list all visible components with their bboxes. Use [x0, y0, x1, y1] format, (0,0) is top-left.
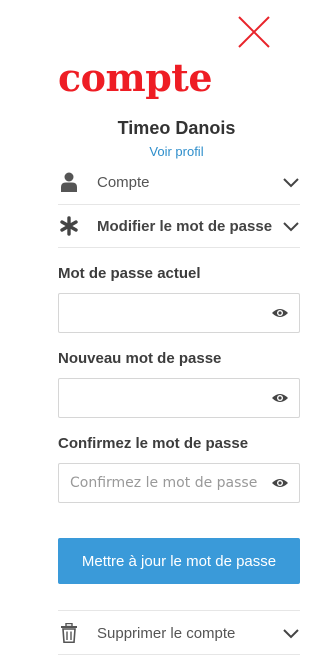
new-password-field: [58, 378, 300, 418]
close-icon: [238, 16, 270, 48]
chevron-down-icon: [282, 627, 300, 639]
update-password-button[interactable]: Mettre à jour le mot de passe: [58, 538, 300, 584]
close-button[interactable]: [236, 14, 272, 50]
eye-icon[interactable]: [271, 306, 289, 320]
divider: [58, 654, 300, 655]
current-password-field: [58, 293, 300, 333]
current-password-input[interactable]: [59, 294, 260, 332]
user-icon: [58, 171, 80, 193]
chevron-down-icon: [282, 220, 300, 232]
menu-item-account[interactable]: Compte: [58, 160, 300, 204]
confirm-password-input[interactable]: [59, 464, 260, 502]
user-name: Timeo Danois: [117, 118, 236, 138]
confirm-password-field: [58, 463, 300, 503]
chevron-down-icon: [282, 176, 300, 188]
brand-logo: compte: [58, 55, 213, 100]
menu-item-delete-account-label: Supprimer le compte: [97, 624, 236, 642]
new-password-label: Nouveau mot de passe: [58, 350, 222, 367]
menu-item-delete-account[interactable]: Supprimer le compte: [58, 611, 300, 655]
asterisk-icon: [58, 215, 80, 237]
trash-icon: [58, 622, 80, 644]
divider: [58, 247, 300, 248]
eye-icon[interactable]: [271, 476, 289, 490]
menu-item-change-password-label: Modifier le mot de passe: [97, 217, 273, 235]
new-password-input[interactable]: [59, 379, 260, 417]
menu-item-change-password[interactable]: Modifier le mot de passe: [58, 204, 300, 248]
view-profile-link[interactable]: Voir profil: [0, 144, 325, 159]
current-password-label: Mot de passe actuel: [58, 265, 201, 282]
confirm-password-label: Confirmez le mot de passe: [58, 435, 249, 452]
menu-item-account-label: Compte: [97, 173, 150, 191]
eye-icon[interactable]: [271, 391, 289, 405]
